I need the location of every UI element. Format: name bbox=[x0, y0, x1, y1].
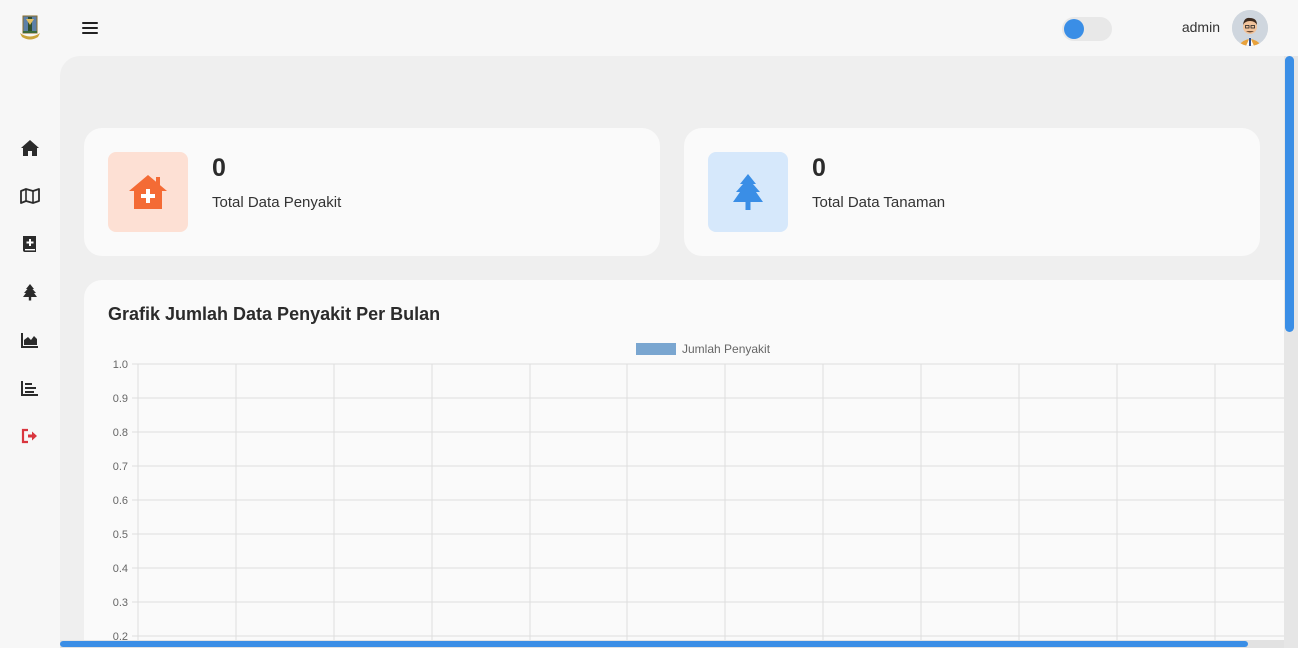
house-medical-icon bbox=[129, 175, 167, 209]
top-bar: admin bbox=[0, 0, 1298, 56]
stat-label: Total Data Penyakit bbox=[212, 194, 342, 211]
app-logo[interactable] bbox=[18, 13, 42, 41]
stat-icon-box bbox=[108, 152, 188, 232]
scrollbar-thumb[interactable] bbox=[1285, 56, 1294, 332]
tree-icon bbox=[733, 174, 763, 210]
horizontal-scrollbar[interactable] bbox=[60, 640, 1284, 648]
menu-toggle-button[interactable] bbox=[82, 19, 98, 35]
chart-y-tick-label: 0.6 bbox=[113, 495, 128, 507]
theme-toggle[interactable] bbox=[1062, 17, 1112, 41]
chart-y-tick-label: 0.7 bbox=[113, 461, 128, 473]
map-icon bbox=[20, 188, 40, 204]
home-icon bbox=[21, 140, 39, 156]
sidebar-item-tree[interactable] bbox=[18, 280, 42, 304]
stat-card-tanaman: 0 Total Data Tanaman bbox=[684, 128, 1260, 256]
stat-label: Total Data Tanaman bbox=[812, 194, 946, 211]
sidebar-item-area-chart[interactable] bbox=[18, 328, 42, 352]
sidebar-item-home[interactable] bbox=[18, 136, 42, 160]
chart-y-tick-label: 0.5 bbox=[113, 529, 128, 541]
user-avatar[interactable] bbox=[1232, 10, 1268, 46]
stat-icon-box bbox=[708, 152, 788, 232]
chart-y-tick-label: 0.3 bbox=[113, 597, 128, 609]
stat-count: 0 bbox=[212, 154, 226, 182]
stat-card-penyakit: 0 Total Data Penyakit bbox=[84, 128, 660, 256]
sidebar-item-map[interactable] bbox=[18, 184, 42, 208]
bar-chart: 1.00.90.80.70.60.50.40.30.2 bbox=[113, 359, 1298, 648]
sidebar-item-logout[interactable] bbox=[18, 424, 42, 448]
medical-book-icon bbox=[23, 236, 36, 252]
legend-label: Jumlah Penyakit bbox=[682, 342, 771, 356]
username-label: admin bbox=[1181, 19, 1220, 35]
chart-card: 1.0 0.9 0.8 0.7 0.6 0.5 0.4 0.3 0.2 Grafik Jumla… bbox=[84, 280, 1298, 648]
chart-y-tick-label: 0.9 bbox=[113, 393, 128, 405]
sidebar bbox=[0, 56, 60, 648]
bar-chart-icon bbox=[21, 381, 38, 396]
chart-y-tick-label: 1.0 bbox=[113, 359, 128, 371]
legend-swatch bbox=[636, 343, 676, 355]
main-content: 0 Total Data Penyakit 0 Total Data Tanam… bbox=[60, 56, 1298, 648]
chart-y-tick-label: 0.8 bbox=[113, 427, 128, 439]
sidebar-item-medical-book[interactable] bbox=[18, 232, 42, 256]
chart-legend[interactable]: Jumlah Penyakit bbox=[636, 342, 770, 356]
scrollbar-thumb[interactable] bbox=[60, 641, 1248, 647]
area-chart-icon bbox=[21, 333, 38, 348]
vertical-scrollbar[interactable] bbox=[1284, 56, 1298, 648]
tree-icon bbox=[23, 284, 37, 301]
chart-title: Grafik Jumlah Data Penyakit Per Bulan bbox=[108, 304, 441, 324]
stat-count: 0 bbox=[812, 154, 826, 182]
logout-icon bbox=[21, 428, 37, 444]
chart-y-tick-label: 0.4 bbox=[113, 563, 128, 575]
toggle-knob bbox=[1064, 19, 1084, 39]
sidebar-item-bar-chart[interactable] bbox=[18, 376, 42, 400]
